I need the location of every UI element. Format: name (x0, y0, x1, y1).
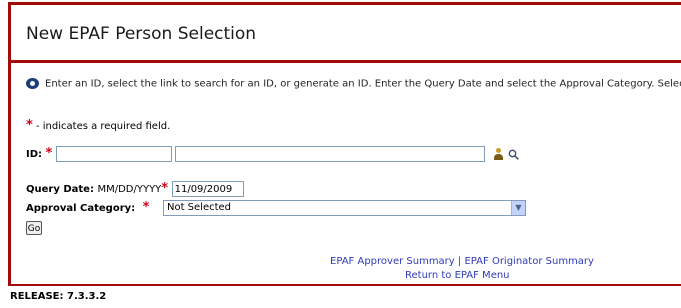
release-label: RELEASE: 7.3.3.2 (10, 291, 107, 302)
id-label: ID: (26, 149, 43, 160)
return-link-row: Return to EPAF Menu (405, 270, 510, 281)
title-divider (8, 60, 681, 63)
approval-category-label: Approval Category: (26, 203, 136, 214)
bottom-border (8, 284, 681, 286)
top-border (8, 2, 681, 5)
person-icon[interactable] (493, 148, 503, 160)
required-star: * (26, 118, 33, 133)
query-date-row: Query Date: MM/DD/YYYY* (26, 181, 244, 197)
query-date-required-star: * (161, 181, 169, 196)
info-message: Enter an ID, select the link to search f… (26, 78, 681, 90)
approval-category-required-star: * (142, 200, 150, 215)
approval-category-selected: Not Selected (166, 202, 232, 213)
id-required-star: * (45, 146, 53, 161)
required-note-text: - indicates a required field. (32, 121, 171, 132)
go-button[interactable]: Go (26, 221, 42, 235)
summary-links: EPAF Approver Summary | EPAF Originator … (330, 256, 594, 267)
name-input[interactable] (175, 146, 486, 162)
query-date-label: Query Date: (26, 184, 94, 195)
id-row: ID: * (26, 146, 520, 162)
left-border (8, 2, 11, 284)
return-to-menu-link[interactable]: Return to EPAF Menu (405, 270, 510, 281)
approver-summary-link[interactable]: EPAF Approver Summary (330, 256, 455, 267)
approval-category-row: Approval Category: * Not Selected ▼ (26, 200, 526, 216)
required-note: * - indicates a required field. (26, 118, 170, 133)
link-separator: | (457, 256, 462, 267)
page-title: New EPAF Person Selection (26, 24, 257, 44)
query-date-input[interactable] (171, 181, 244, 197)
originator-summary-link[interactable]: EPAF Originator Summary (464, 256, 594, 267)
query-date-format: MM/DD/YYYY (97, 184, 162, 195)
approval-category-select[interactable]: Not Selected ▼ (162, 200, 526, 216)
info-text: Enter an ID, select the link to search f… (45, 78, 681, 90)
id-input[interactable] (55, 146, 172, 162)
chevron-down-icon[interactable]: ▼ (510, 201, 525, 215)
search-icon[interactable] (508, 149, 520, 160)
info-icon (26, 78, 39, 89)
